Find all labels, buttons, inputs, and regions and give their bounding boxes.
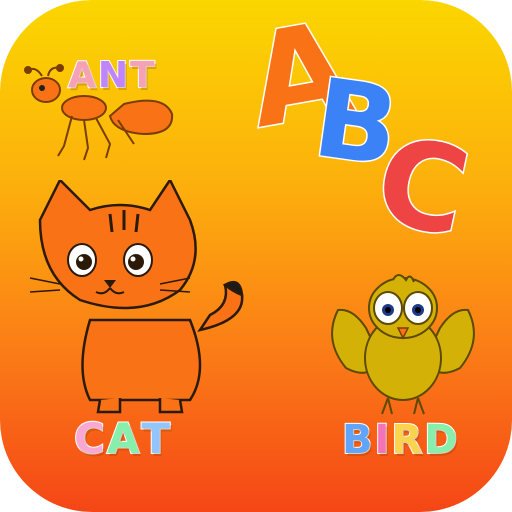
cat-letter-1: C [73, 414, 107, 463]
app-icon-frame: ANT A B C CAT BIRD [0, 0, 512, 512]
app-icon[interactable]: ANT A B C CAT BIRD [0, 0, 512, 512]
cat-word: CAT [73, 414, 172, 463]
ant-illustration [24, 64, 174, 161]
bird-letter-2: I [374, 417, 392, 463]
bird-letter-4: D [423, 417, 460, 463]
cat-letter-2: A [106, 414, 142, 463]
bird-letter-3: R [390, 417, 425, 463]
bird-letter-1: B [341, 417, 375, 463]
cat-letter-3: T [140, 414, 172, 463]
bird-word: BIRD [341, 417, 460, 463]
cat-illustration [29, 180, 244, 414]
bird-illustration [331, 274, 475, 415]
